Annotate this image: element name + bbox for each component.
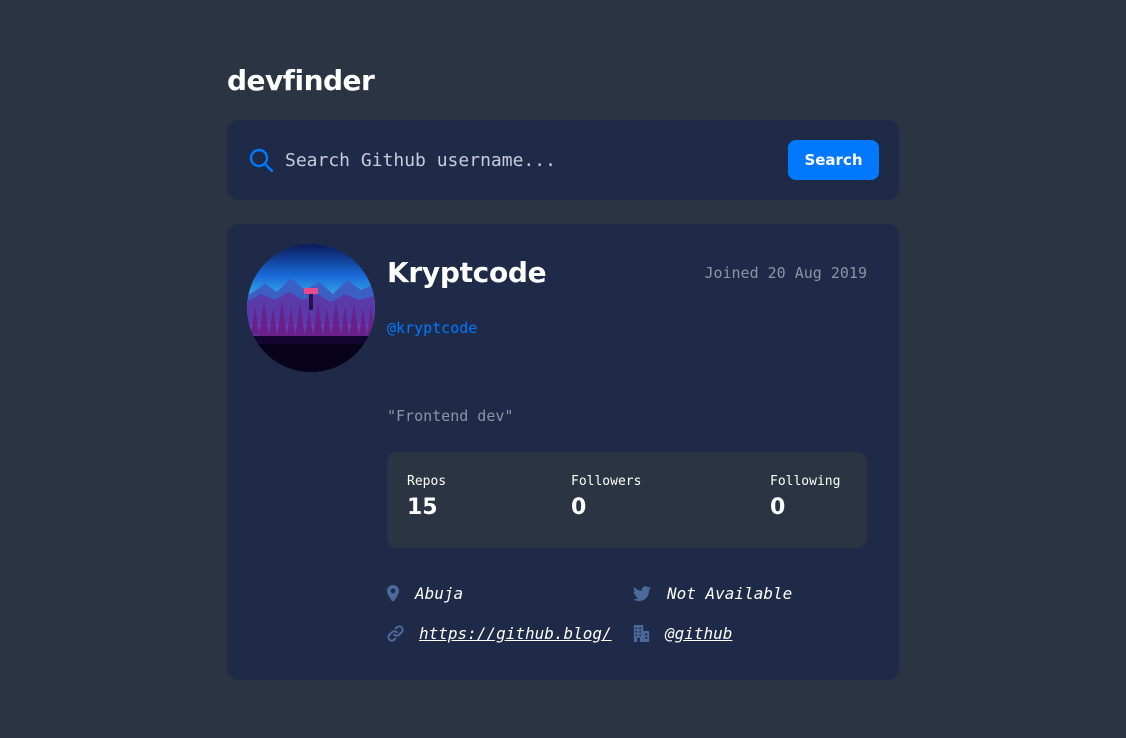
search-button[interactable]: Search	[788, 140, 879, 180]
stats-panel: Repos 15 Followers 0 Following 0	[387, 452, 867, 548]
profile-bio: "Frontend dev"	[387, 407, 514, 425]
profile-name: Kryptcode	[387, 256, 547, 289]
avatar	[247, 244, 375, 372]
link-icon	[387, 625, 419, 642]
location-item: Abuja	[387, 584, 463, 603]
twitter-item: Not Available	[633, 584, 792, 603]
stat-followers: Followers 0	[571, 474, 641, 520]
stat-label: Repos	[407, 474, 447, 489]
twitter-icon	[633, 586, 667, 601]
profile-card: Kryptcode Joined 20 Aug 2019 @kryptcode …	[227, 224, 899, 680]
joined-date: Joined 20 Aug 2019	[704, 264, 867, 282]
stat-label: Followers	[571, 474, 642, 489]
stat-value: 0	[571, 495, 587, 520]
search-input[interactable]	[285, 142, 765, 178]
search-bar: Search	[227, 120, 899, 200]
search-icon	[249, 148, 274, 173]
stat-repos: Repos 15	[407, 474, 446, 520]
app-logo: devfinder	[227, 64, 375, 97]
stat-value: 15	[407, 495, 438, 520]
stat-following: Following 0	[770, 474, 840, 520]
building-icon	[633, 625, 665, 642]
website-link[interactable]: https://github.blog/	[419, 624, 612, 643]
location-pin-icon	[387, 585, 415, 602]
stat-value: 0	[770, 495, 786, 520]
company-item: @github	[633, 624, 732, 643]
stat-label: Following	[770, 474, 841, 489]
website-item: https://github.blog/	[387, 624, 612, 643]
profile-links: Abuja Not Available https://github.blog/…	[387, 584, 867, 664]
profile-handle-link[interactable]: @kryptcode	[387, 319, 477, 337]
location-text: Abuja	[415, 584, 464, 603]
company-link[interactable]: @github	[665, 624, 732, 643]
twitter-text: Not Available	[667, 584, 793, 603]
